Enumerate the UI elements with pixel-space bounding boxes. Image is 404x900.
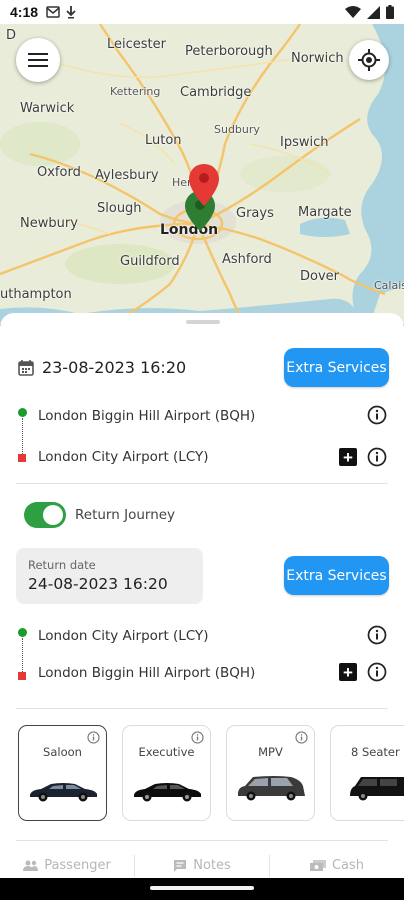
map-label: Ipswich xyxy=(280,135,329,150)
add-stop-button[interactable]: + xyxy=(339,448,357,466)
vehicle-name: 8 Seater xyxy=(351,745,400,759)
wifi-icon xyxy=(345,6,361,18)
hamburger-icon xyxy=(28,53,48,67)
tab-passenger[interactable]: Passenger xyxy=(0,853,134,878)
info-icon[interactable] xyxy=(191,731,204,744)
info-icon[interactable] xyxy=(367,405,387,425)
map-label: Oxford xyxy=(37,165,81,180)
map-label: Guildford xyxy=(120,254,180,269)
pickup-dot xyxy=(18,408,27,417)
tab-label: Cash xyxy=(331,858,365,873)
map-label: Norwich xyxy=(291,51,344,66)
tab-notes[interactable]: Notes xyxy=(135,853,269,878)
home-gesture-handle[interactable] xyxy=(150,886,254,890)
map-label: Aylesbury xyxy=(95,168,159,183)
map-label: uthampton xyxy=(0,287,72,302)
battery-icon xyxy=(386,5,394,19)
map-label: Margate xyxy=(298,205,352,220)
map-label: Cambridge xyxy=(180,85,252,100)
mpv-car-icon xyxy=(238,776,305,801)
vehicle-card-8-seater[interactable]: 8 Seater xyxy=(330,725,404,821)
map-label: Newbury xyxy=(20,216,78,231)
vehicle-name: MPV xyxy=(258,745,283,759)
return-date-label: Return date xyxy=(28,558,96,572)
info-icon[interactable] xyxy=(367,447,387,467)
map-label: Warwick xyxy=(20,101,75,116)
dropoff-location[interactable]: London City Airport (LCY) xyxy=(38,449,209,465)
tab-label: Passenger xyxy=(44,858,111,873)
pickup-date: 23-08-2023 16:20 xyxy=(42,358,187,377)
return-dropoff-square xyxy=(18,672,26,680)
return-pickup-dot xyxy=(18,628,27,637)
return-extra-services-button[interactable]: Extra Services xyxy=(284,556,389,595)
minibus-car-icon xyxy=(350,777,404,801)
download-icon xyxy=(66,6,76,19)
vehicle-card-mpv[interactable]: MPV xyxy=(226,725,315,821)
return-add-stop-button[interactable]: + xyxy=(339,663,357,681)
map-label: D xyxy=(6,28,17,43)
calendar-icon xyxy=(18,360,34,376)
map-label: Dover xyxy=(300,269,339,284)
return-dropoff-location[interactable]: London Biggin Hill Airport (BQH) xyxy=(38,665,255,681)
info-icon[interactable] xyxy=(295,731,308,744)
vehicle-name: Saloon xyxy=(43,745,82,759)
extra-services-button[interactable]: Extra Services xyxy=(284,348,389,387)
divider xyxy=(16,483,388,484)
map-label: Kettering xyxy=(110,85,161,98)
map-label: Slough xyxy=(97,201,142,216)
my-location-button[interactable] xyxy=(349,40,389,80)
map-label: Leicester xyxy=(107,37,166,52)
vehicle-name: Executive xyxy=(138,745,195,759)
status-bar: 4:18 xyxy=(0,0,404,24)
map-label: Luton xyxy=(145,133,182,148)
status-time: 4:18 xyxy=(10,4,39,20)
return-journey-label: Return Journey xyxy=(75,507,176,523)
info-icon[interactable] xyxy=(87,731,100,744)
return-date-field[interactable]: Return date 24-08-2023 16:20 xyxy=(16,548,203,604)
pickup-location[interactable]: London Biggin Hill Airport (BQH) xyxy=(38,408,255,424)
vehicle-card-saloon[interactable]: Saloon xyxy=(18,725,107,821)
crosshair-icon xyxy=(358,49,380,71)
system-navigation-bar xyxy=(0,878,404,900)
mail-icon xyxy=(46,6,60,18)
info-icon[interactable] xyxy=(367,625,387,645)
notes-icon xyxy=(174,860,187,872)
booking-sheet: 23-08-2023 16:20 Extra Services London B… xyxy=(0,313,404,878)
vehicle-card-executive[interactable]: Executive xyxy=(122,725,211,821)
pickup-date-row[interactable]: 23-08-2023 16:20 xyxy=(18,358,186,377)
cash-icon xyxy=(309,860,326,871)
map-label: Ashford xyxy=(222,252,272,267)
divider xyxy=(16,708,388,709)
people-icon xyxy=(23,860,39,871)
return-pickup-location[interactable]: London City Airport (LCY) xyxy=(38,628,209,644)
vehicle-selector: Saloon Executive MPV 8 Seater xyxy=(18,725,404,821)
booking-tabs: Passenger Notes Cash xyxy=(0,853,404,878)
route-line xyxy=(22,418,23,454)
info-icon[interactable] xyxy=(367,662,387,682)
saloon-car-icon xyxy=(30,783,97,802)
map-label: Grays xyxy=(236,206,274,221)
executive-car-icon xyxy=(134,783,201,802)
return-route-line xyxy=(22,638,23,672)
return-journey-toggle[interactable] xyxy=(24,502,66,528)
divider xyxy=(16,840,388,841)
map-label: Peterborough xyxy=(185,44,273,59)
return-date-value: 24-08-2023 16:20 xyxy=(28,575,168,593)
pickup-map-marker-icon[interactable] xyxy=(188,163,220,207)
map-label: Sudbury xyxy=(214,123,260,136)
tab-label: Notes xyxy=(193,858,231,873)
map-view[interactable]: Leicester Peterborough Norwich Kettering… xyxy=(0,24,404,324)
sheet-drag-handle[interactable] xyxy=(186,320,220,324)
tab-cash[interactable]: Cash xyxy=(270,853,404,878)
map-label: Calais xyxy=(374,279,404,292)
signal-icon xyxy=(367,5,380,19)
dropoff-square xyxy=(18,454,26,462)
menu-button[interactable] xyxy=(16,38,60,82)
